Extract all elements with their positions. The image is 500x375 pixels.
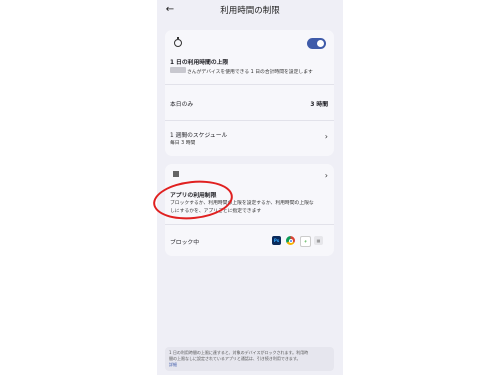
weekly-schedule-sub: 毎日 3 時間 (170, 141, 196, 146)
today-only-row[interactable]: 本日のみ 3 時間 (165, 85, 334, 120)
top-bar: ← 利用時間の制限 (157, 0, 343, 20)
blocked-label: ブロック中 (170, 240, 199, 246)
daily-limit-description: さんがデバイスを使用できる 1 日の合計時間を設定します (187, 70, 313, 75)
weekly-schedule-row[interactable]: 1 週間のスケジュール 毎日 3 時間 › (165, 121, 334, 156)
chrome-icon (286, 236, 295, 245)
redacted-name (170, 67, 186, 73)
photoshop-icon: Ps (272, 236, 281, 245)
tree-app-icon: ⚘ (300, 236, 311, 247)
weekly-schedule-title: 1 週間のスケジュール (170, 133, 228, 139)
blocked-apps-row[interactable]: ブロック中 Ps ⚘ ▦ (165, 225, 334, 256)
today-only-label: 本日のみ (170, 102, 194, 108)
chevron-right-icon: › (324, 171, 328, 180)
page-title: 利用時間の制限 (220, 6, 280, 16)
timer-icon (174, 37, 182, 47)
grid-app-icon: ▦ (314, 236, 323, 245)
today-only-value: 3 時間 (310, 102, 328, 108)
footer-line-2: 間の上限なしに設定されているアプリと通話は、引き続き利用できます。 (169, 356, 301, 361)
footer-details-link[interactable]: 詳細 (169, 362, 177, 368)
chevron-right-icon: › (324, 132, 328, 141)
daily-limit-card: 1 日の利用時間の上限 さんがデバイスを使用できる 1 日の合計時間を設定します… (165, 30, 334, 156)
daily-limit-toggle[interactable] (307, 38, 326, 49)
daily-limit-title: 1 日の利用時間の上限 (170, 60, 229, 66)
apps-grid-icon (173, 171, 179, 177)
footer-note: 1 日の利用時間の上限に達すると、対象のデバイスがロックされます。利用時 間の上… (165, 347, 334, 371)
